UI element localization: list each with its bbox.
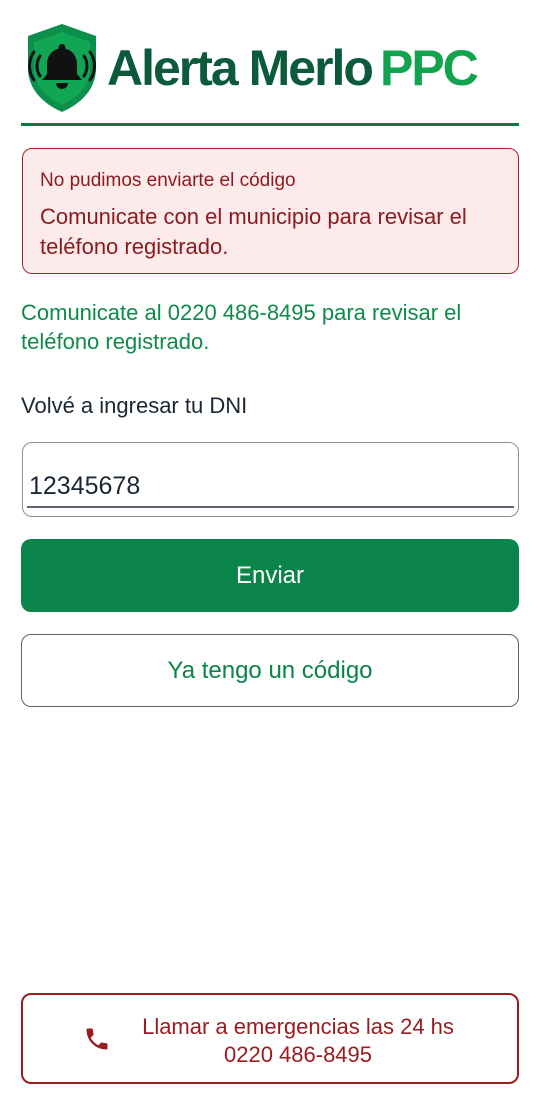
shield-bell-icon <box>28 24 96 112</box>
error-alert: No pudimos enviarte el código Comunicate… <box>22 148 519 274</box>
emergency-line-2: 0220 486-8495 <box>223 1042 373 1067</box>
brand-suffix: PPC <box>379 40 479 96</box>
contact-info-text: Comunicate al 0220 486-8495 para revisar… <box>21 300 462 354</box>
brand-name: Alerta Merlo <box>107 40 374 96</box>
brand-wordmark: Alerta Merlo PPC <box>107 38 479 98</box>
dni-label: Volvé a ingresar tu DNI <box>21 393 248 418</box>
have-code-button[interactable]: Ya tengo un código <box>21 634 519 707</box>
emergency-line-1: Llamar a emergencias las 24 hs <box>142 1014 454 1039</box>
dni-input-underline <box>27 506 514 508</box>
dni-field[interactable] <box>22 442 519 517</box>
error-alert-title: No pudimos enviarte el código <box>40 170 296 191</box>
send-button[interactable]: Enviar <box>21 539 519 612</box>
app-header: Alerta Merlo PPC <box>21 18 519 126</box>
error-alert-body: Comunicate con el municipio para revisar… <box>40 204 467 259</box>
emergency-text: Llamar a emergencias las 24 hs 0220 486-… <box>123 1013 473 1069</box>
dni-input[interactable] <box>23 443 518 507</box>
login-retry-screen: Alerta Merlo PPC No pudimos enviarte el c… <box>0 0 540 1103</box>
phone-icon <box>86 1028 108 1050</box>
emergency-call-button[interactable]: Llamar a emergencias las 24 hs 0220 486-… <box>21 993 519 1084</box>
